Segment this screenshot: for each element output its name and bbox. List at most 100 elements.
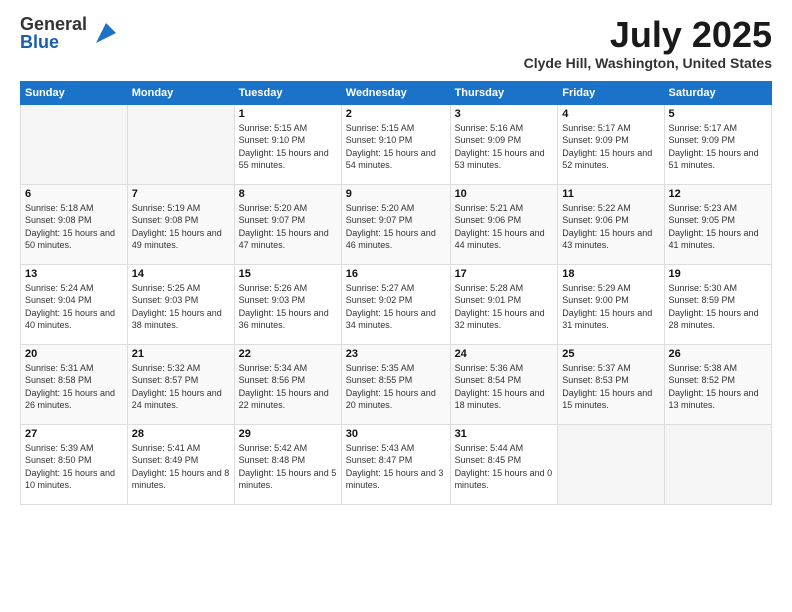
day-number: 16 xyxy=(346,268,446,280)
table-row: 24Sunrise: 5:36 AMSunset: 8:54 PMDayligh… xyxy=(450,344,558,424)
day-number: 10 xyxy=(455,188,554,200)
table-row: 12 Sunrise: 5:23 AMSunset: 9:05 PMDayligh… xyxy=(664,184,771,264)
day-number: 14 xyxy=(132,268,230,280)
table-row: 27 Sunrise: 5:39 AMSunset: 8:50 PMDayligh… xyxy=(21,424,128,504)
day-info: Sunrise: 5:15 AMSunset: 9:10 PMDaylight:… xyxy=(239,122,337,172)
col-sunday: Sunday xyxy=(21,81,128,104)
col-friday: Friday xyxy=(558,81,664,104)
table-row: 15Sunrise: 5:26 AMSunset: 9:03 PMDayligh… xyxy=(234,264,341,344)
calendar-week-4: 20 Sunrise: 5:31 AMSunset: 8:58 PMDayligh… xyxy=(21,344,772,424)
day-number: 3 xyxy=(455,108,554,120)
day-info: Sunrise: 5:23 AMSunset: 9:05 PMDaylight:… xyxy=(669,202,767,252)
day-number: 5 xyxy=(669,108,767,120)
table-row: 14 Sunrise: 5:25 AMSunset: 9:03 PMDayligh… xyxy=(127,264,234,344)
day-number: 29 xyxy=(239,428,337,440)
day-number: 26 xyxy=(669,348,767,360)
table-row: 5 Sunrise: 5:17 AMSunset: 9:09 PMDaylight… xyxy=(664,104,771,184)
day-info: Sunrise: 5:22 AMSunset: 9:06 PMDaylight:… xyxy=(562,202,659,252)
day-number: 8 xyxy=(239,188,337,200)
day-number: 12 xyxy=(669,188,767,200)
calendar-week-3: 13 Sunrise: 5:24 AMSunset: 9:04 PMDayligh… xyxy=(21,264,772,344)
month-title: July 2025 xyxy=(524,15,772,55)
table-row: 6 Sunrise: 5:18 AMSunset: 9:08 PMDaylight… xyxy=(21,184,128,264)
day-info: Sunrise: 5:15 AMSunset: 9:10 PMDaylight:… xyxy=(346,122,446,172)
day-info: Sunrise: 5:31 AMSunset: 8:58 PMDaylight:… xyxy=(25,362,123,412)
col-monday: Monday xyxy=(127,81,234,104)
day-info: Sunrise: 5:20 AMSunset: 9:07 PMDaylight:… xyxy=(346,202,446,252)
page: General Blue July 2025 Clyde Hill, Washi… xyxy=(0,0,792,612)
header: General Blue July 2025 Clyde Hill, Washi… xyxy=(20,15,772,71)
day-number: 11 xyxy=(562,188,659,200)
day-info: Sunrise: 5:28 AMSunset: 9:01 PMDaylight:… xyxy=(455,282,554,332)
col-tuesday: Tuesday xyxy=(234,81,341,104)
day-number: 20 xyxy=(25,348,123,360)
calendar-week-1: 1 Sunrise: 5:15 AMSunset: 9:10 PMDaylight… xyxy=(21,104,772,184)
table-row: 9 Sunrise: 5:20 AMSunset: 9:07 PMDaylight… xyxy=(341,184,450,264)
day-number: 1 xyxy=(239,108,337,120)
day-number: 27 xyxy=(25,428,123,440)
day-info: Sunrise: 5:44 AMSunset: 8:45 PMDaylight:… xyxy=(455,442,554,492)
day-info: Sunrise: 5:37 AMSunset: 8:53 PMDaylight:… xyxy=(562,362,659,412)
calendar-week-5: 27 Sunrise: 5:39 AMSunset: 8:50 PMDayligh… xyxy=(21,424,772,504)
table-row: 22Sunrise: 5:34 AMSunset: 8:56 PMDayligh… xyxy=(234,344,341,424)
logo-text: General Blue xyxy=(20,15,87,51)
day-info: Sunrise: 5:24 AMSunset: 9:04 PMDaylight:… xyxy=(25,282,123,332)
table-row: 17 Sunrise: 5:28 AMSunset: 9:01 PMDayligh… xyxy=(450,264,558,344)
day-info: Sunrise: 5:39 AMSunset: 8:50 PMDaylight:… xyxy=(25,442,123,492)
logo-general: General xyxy=(20,15,87,33)
day-number: 21 xyxy=(132,348,230,360)
day-info: Sunrise: 5:18 AMSunset: 9:08 PMDaylight:… xyxy=(25,202,123,252)
logo-icon xyxy=(91,18,121,48)
calendar-week-2: 6 Sunrise: 5:18 AMSunset: 9:08 PMDaylight… xyxy=(21,184,772,264)
day-number: 19 xyxy=(669,268,767,280)
day-number: 13 xyxy=(25,268,123,280)
day-number: 24 xyxy=(455,348,554,360)
day-number: 28 xyxy=(132,428,230,440)
day-number: 17 xyxy=(455,268,554,280)
day-number: 7 xyxy=(132,188,230,200)
table-row: 19 Sunrise: 5:30 AMSunset: 8:59 PMDayligh… xyxy=(664,264,771,344)
table-row: 10Sunrise: 5:21 AMSunset: 9:06 PMDayligh… xyxy=(450,184,558,264)
table-row: 18Sunrise: 5:29 AMSunset: 9:00 PMDayligh… xyxy=(558,264,664,344)
day-info: Sunrise: 5:41 AMSunset: 8:49 PMDaylight:… xyxy=(132,442,230,492)
day-number: 9 xyxy=(346,188,446,200)
day-number: 30 xyxy=(346,428,446,440)
table-row xyxy=(127,104,234,184)
table-row: 25Sunrise: 5:37 AMSunset: 8:53 PMDayligh… xyxy=(558,344,664,424)
table-row xyxy=(664,424,771,504)
day-info: Sunrise: 5:29 AMSunset: 9:00 PMDaylight:… xyxy=(562,282,659,332)
location-title: Clyde Hill, Washington, United States xyxy=(524,55,772,71)
table-row: 1 Sunrise: 5:15 AMSunset: 9:10 PMDaylight… xyxy=(234,104,341,184)
table-row: 26Sunrise: 5:38 AMSunset: 8:52 PMDayligh… xyxy=(664,344,771,424)
table-row: 31Sunrise: 5:44 AMSunset: 8:45 PMDayligh… xyxy=(450,424,558,504)
table-row: 7Sunrise: 5:19 AMSunset: 9:08 PMDaylight… xyxy=(127,184,234,264)
table-row: 2Sunrise: 5:15 AMSunset: 9:10 PMDaylight… xyxy=(341,104,450,184)
title-block: July 2025 Clyde Hill, Washington, United… xyxy=(524,15,772,71)
day-info: Sunrise: 5:34 AMSunset: 8:56 PMDaylight:… xyxy=(239,362,337,412)
day-info: Sunrise: 5:35 AMSunset: 8:55 PMDaylight:… xyxy=(346,362,446,412)
table-row: 16Sunrise: 5:27 AMSunset: 9:02 PMDayligh… xyxy=(341,264,450,344)
col-saturday: Saturday xyxy=(664,81,771,104)
col-thursday: Thursday xyxy=(450,81,558,104)
day-info: Sunrise: 5:42 AMSunset: 8:48 PMDaylight:… xyxy=(239,442,337,492)
table-row: 21 Sunrise: 5:32 AMSunset: 8:57 PMDayligh… xyxy=(127,344,234,424)
table-row: 30Sunrise: 5:43 AMSunset: 8:47 PMDayligh… xyxy=(341,424,450,504)
day-number: 4 xyxy=(562,108,659,120)
table-row: 11 Sunrise: 5:22 AMSunset: 9:06 PMDayligh… xyxy=(558,184,664,264)
day-number: 6 xyxy=(25,188,123,200)
day-info: Sunrise: 5:25 AMSunset: 9:03 PMDaylight:… xyxy=(132,282,230,332)
day-number: 15 xyxy=(239,268,337,280)
logo-blue: Blue xyxy=(20,33,87,51)
day-info: Sunrise: 5:30 AMSunset: 8:59 PMDaylight:… xyxy=(669,282,767,332)
calendar-header: Sunday Monday Tuesday Wednesday Thursday… xyxy=(21,81,772,104)
table-row: 8 Sunrise: 5:20 AMSunset: 9:07 PMDaylight… xyxy=(234,184,341,264)
calendar-body: 1 Sunrise: 5:15 AMSunset: 9:10 PMDaylight… xyxy=(21,104,772,504)
header-row: Sunday Monday Tuesday Wednesday Thursday… xyxy=(21,81,772,104)
table-row: 13 Sunrise: 5:24 AMSunset: 9:04 PMDayligh… xyxy=(21,264,128,344)
day-info: Sunrise: 5:17 AMSunset: 9:09 PMDaylight:… xyxy=(669,122,767,172)
day-info: Sunrise: 5:32 AMSunset: 8:57 PMDaylight:… xyxy=(132,362,230,412)
table-row: 3Sunrise: 5:16 AMSunset: 9:09 PMDaylight… xyxy=(450,104,558,184)
day-info: Sunrise: 5:17 AMSunset: 9:09 PMDaylight:… xyxy=(562,122,659,172)
day-info: Sunrise: 5:20 AMSunset: 9:07 PMDaylight:… xyxy=(239,202,337,252)
col-wednesday: Wednesday xyxy=(341,81,450,104)
